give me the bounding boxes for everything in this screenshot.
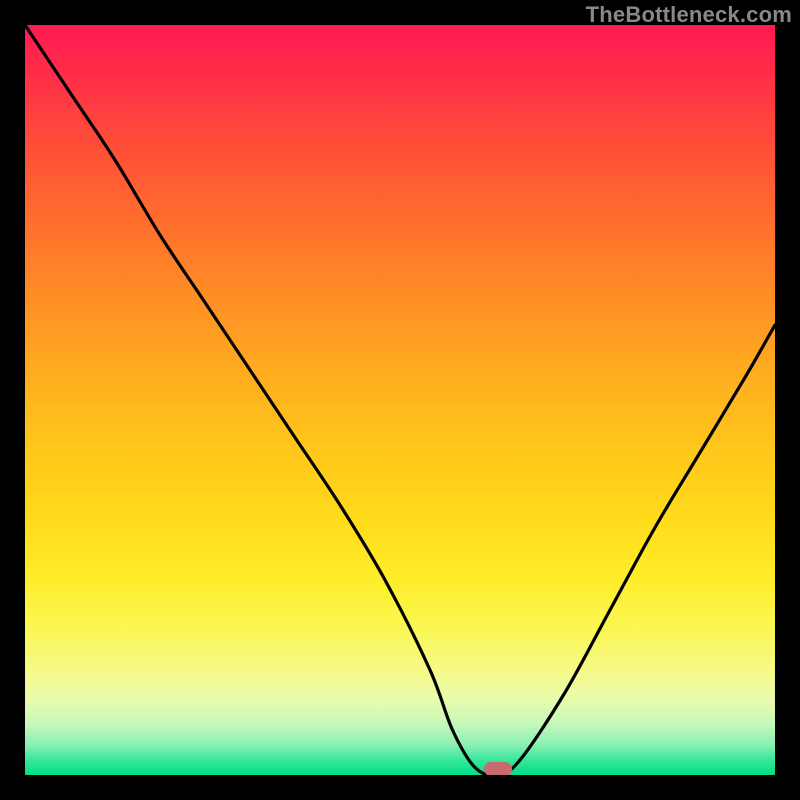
bottleneck-curve: [25, 25, 775, 775]
chart-frame: TheBottleneck.com: [0, 0, 800, 800]
optimal-point-marker: [484, 762, 512, 775]
plot-area: [25, 25, 775, 775]
